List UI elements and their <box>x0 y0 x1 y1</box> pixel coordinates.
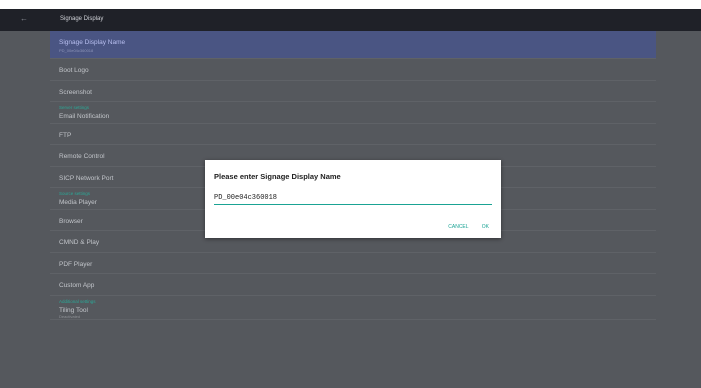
list-item-label: SICP Network Port <box>59 174 114 182</box>
list-item-label: Email Notification <box>59 113 110 120</box>
cancel-button[interactable]: CANCEL <box>448 224 468 230</box>
list-item-summary: Deactivated <box>59 313 81 319</box>
list-item-summary: PD_00e04c360018 <box>59 48 94 53</box>
signage-display-name-input[interactable] <box>214 191 492 205</box>
list-item-email-notification[interactable]: Server settings Email Notification <box>50 102 656 124</box>
dialog-title: Please enter Signage Display Name <box>214 172 341 181</box>
section-header-additional-settings: Additional settings <box>59 298 96 304</box>
list-item-label: PDF Player <box>59 260 93 268</box>
list-item-label: CMND & Play <box>59 239 100 246</box>
edit-name-dialog: Please enter Signage Display Name CANCEL… <box>205 160 501 238</box>
arrow-left-icon[interactable]: ← <box>20 14 28 24</box>
list-item-label: Browser <box>59 217 83 225</box>
list-item-boot-logo[interactable]: Boot Logo <box>50 59 656 81</box>
list-item-label: Tiling Tool <box>59 306 88 314</box>
list-item-custom-app[interactable]: Custom App <box>50 274 656 296</box>
list-item-signage-display-name[interactable]: Signage Display Name PD_00e04c360018 <box>50 31 656 59</box>
list-item-label: Boot Logo <box>59 67 89 74</box>
list-item-label: FTP <box>59 131 72 139</box>
list-item-label: Remote Control <box>59 153 105 160</box>
list-item-label: Screenshot <box>59 88 92 96</box>
list-item-label: Signage Display Name <box>59 39 126 46</box>
app-bar-title: Signage Display <box>60 16 104 22</box>
dialog-actions: CANCEL OK <box>436 224 489 230</box>
list-item-tiling-tool[interactable]: Additional settings Tiling Tool Deactiva… <box>50 296 656 320</box>
ok-button[interactable]: OK <box>482 224 489 230</box>
section-header-source-settings: Source settings <box>59 191 91 196</box>
list-item-screenshot[interactable]: Screenshot <box>50 81 656 102</box>
list-item-ftp[interactable]: FTP <box>50 124 656 145</box>
list-item-label: Media Player <box>59 199 97 206</box>
app-bar: ← Signage Display <box>0 9 701 31</box>
list-item-pdf-player[interactable]: PDF Player <box>50 253 656 274</box>
section-header-server-settings: Server settings <box>59 105 90 110</box>
list-item-label: Custom App <box>59 282 95 289</box>
